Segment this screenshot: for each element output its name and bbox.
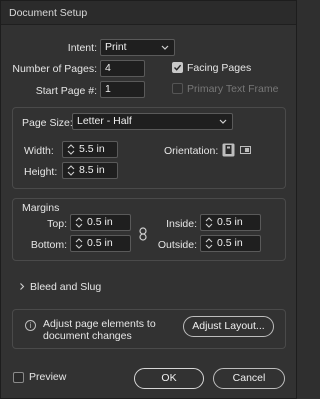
preview-label: Preview — [29, 371, 67, 383]
height-value: 8.5 in — [79, 164, 105, 176]
page-size-label: Page Size: — [22, 117, 73, 129]
info-icon: i — [25, 320, 36, 331]
intent-value: Print — [105, 41, 127, 53]
stepper-arrows-icon — [205, 238, 213, 249]
outside-margin-stepper[interactable]: 0.5 in — [200, 235, 261, 252]
outside-margin-value: 0.5 in — [217, 237, 243, 249]
height-stepper[interactable]: 8.5 in — [62, 162, 118, 179]
stepper-arrows-icon — [75, 238, 83, 249]
width-stepper[interactable]: 5.5 in — [62, 141, 118, 158]
stepper-arrows-icon — [67, 165, 75, 176]
portrait-orientation-icon[interactable] — [222, 143, 235, 157]
stepper-arrows-icon — [67, 144, 75, 155]
link-margins-icon[interactable] — [138, 227, 148, 241]
title-bar: Document Setup — [1, 1, 296, 25]
info-text-line1: Adjust page elements to — [43, 318, 156, 330]
intent-label: Intent: — [67, 42, 97, 54]
primary-text-frame-label: Primary Text Frame — [187, 83, 279, 95]
inside-margin-stepper[interactable]: 0.5 in — [200, 214, 261, 231]
primary-text-frame-checkbox[interactable] — [172, 83, 183, 94]
cancel-button[interactable]: Cancel — [213, 368, 285, 389]
inside-margin-label: Inside: — [166, 218, 197, 230]
chevron-right-icon[interactable] — [18, 282, 26, 291]
number-of-pages-field[interactable]: 4 — [100, 60, 145, 77]
number-of-pages-label: Number of Pages: — [12, 63, 97, 75]
facing-pages-checkbox[interactable] — [172, 62, 183, 73]
height-label: Height: — [24, 166, 58, 178]
top-margin-stepper[interactable]: 0.5 in — [70, 214, 131, 231]
checkmark-icon — [174, 64, 182, 71]
top-margin-value: 0.5 in — [87, 216, 113, 228]
outside-margin-label: Outside: — [157, 239, 197, 251]
margins-title: Margins — [22, 202, 60, 214]
stepper-arrows-icon — [75, 217, 83, 228]
page-size-select[interactable]: Letter - Half — [72, 113, 233, 130]
width-label: Width: — [24, 145, 54, 157]
stepper-arrows-icon — [205, 217, 213, 228]
chevron-down-icon — [219, 119, 227, 124]
adjust-layout-button[interactable]: Adjust Layout... — [183, 316, 274, 337]
intent-select[interactable]: Print — [100, 39, 175, 56]
facing-pages-label: Facing Pages — [187, 62, 252, 74]
info-text-line2: document changes — [43, 330, 132, 342]
start-page-field[interactable]: 1 — [100, 81, 145, 98]
bottom-margin-label: Bottom: — [30, 239, 67, 251]
width-value: 5.5 in — [79, 143, 105, 155]
chevron-down-icon — [161, 45, 169, 50]
inside-margin-value: 0.5 in — [217, 216, 243, 228]
start-page-label: Start Page #: — [35, 85, 97, 97]
bottom-margin-stepper[interactable]: 0.5 in — [70, 235, 131, 252]
bottom-margin-value: 0.5 in — [87, 237, 113, 249]
bleed-and-slug-toggle[interactable]: Bleed and Slug — [30, 281, 101, 293]
page-size-value: Letter - Half — [77, 115, 132, 127]
ok-button[interactable]: OK — [134, 368, 204, 389]
landscape-orientation-icon[interactable] — [239, 143, 252, 157]
orientation-label: Orientation: — [164, 145, 219, 157]
document-setup-dialog: Document Setup Intent: Print Number of P… — [0, 0, 297, 399]
preview-checkbox[interactable] — [13, 372, 24, 383]
dialog-title: Document Setup — [9, 7, 88, 19]
top-margin-label: Top: — [47, 218, 67, 230]
